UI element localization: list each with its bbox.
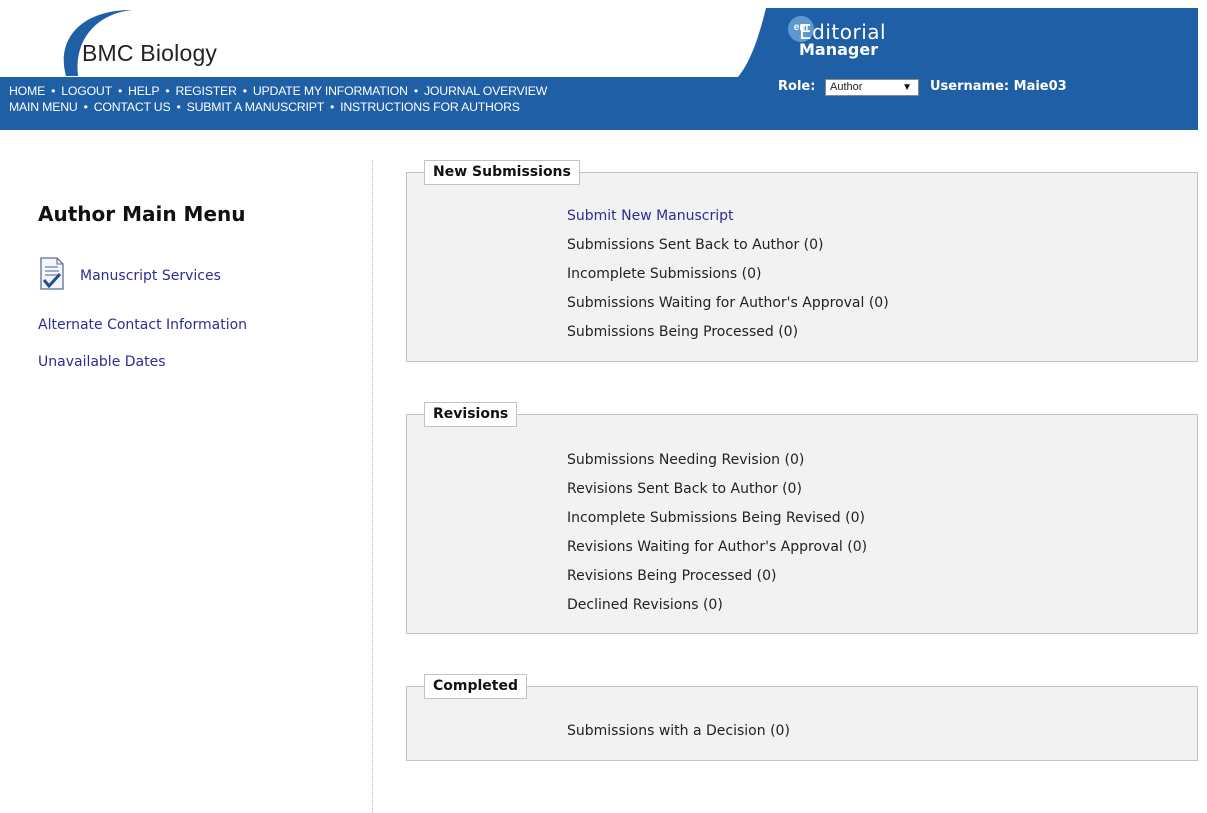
nav-update-info-link[interactable]: UPDATE MY INFORMATION: [253, 84, 408, 98]
revisions-panel: Revisions Submissions Needing Revision (…: [406, 402, 1198, 634]
role-label: Role:: [778, 79, 816, 94]
completed-list: Submissions with a Decision (0): [567, 722, 790, 751]
completed-panel: Completed Submissions with a Decision (0…: [406, 674, 1198, 761]
dropdown-arrow-icon: ▼: [902, 82, 912, 93]
revisions-list: Submissions Needing Revision (0) Revisio…: [567, 451, 867, 625]
submissions-needing-revision-item: Submissions Needing Revision (0): [567, 452, 805, 468]
nav-bullet: •: [413, 84, 418, 98]
role-select[interactable]: Author ▼: [825, 79, 919, 96]
new-submissions-list: Submit New Manuscript Submissions Sent B…: [567, 207, 889, 352]
revisions-being-processed-item: Revisions Being Processed (0): [567, 568, 777, 584]
nav-submit-manuscript-link[interactable]: SUBMIT A MANUSCRIPT: [187, 100, 325, 114]
incomplete-revisions-item: Incomplete Submissions Being Revised (0): [567, 510, 865, 526]
document-checkmark-icon[interactable]: [38, 257, 68, 291]
nav-row-1: HOME • LOGOUT • HELP • REGISTER • UPDATE MY INFO…: [9, 83, 729, 99]
sidebar-divider: [372, 160, 373, 813]
submit-new-manuscript-link[interactable]: Submit New Manuscript: [567, 207, 889, 236]
revisions-waiting-approval-item: Revisions Waiting for Author's Approval …: [567, 539, 868, 555]
new-submissions-legend: New Submissions: [424, 160, 580, 185]
nav-help-link[interactable]: HELP: [128, 84, 160, 98]
submissions-waiting-approval-item: Submissions Waiting for Author's Approva…: [567, 295, 889, 311]
submissions-being-processed-item: Submissions Being Processed (0): [567, 324, 799, 340]
declined-revisions-item: Declined Revisions (0): [567, 597, 723, 613]
submissions-with-decision-item: Submissions with a Decision (0): [567, 723, 790, 739]
completed-legend: Completed: [424, 674, 528, 699]
role-select-value: Author: [830, 81, 863, 93]
em-title-line2: Manager: [799, 40, 879, 59]
nav-bullet: •: [117, 84, 123, 98]
nav-contact-us-link[interactable]: CONTACT US: [94, 100, 171, 114]
nav-bullet: •: [51, 84, 56, 98]
sidebar: Author Main Menu Manuscript Services Alt…: [0, 160, 372, 813]
username-label: Username: Maie03: [930, 79, 1067, 94]
top-navigation: HOME • LOGOUT • HELP • REGISTER • UPDATE MY INFO…: [9, 83, 729, 115]
alternate-contact-link[interactable]: Alternate Contact Information: [38, 317, 247, 333]
nav-journal-overview-link[interactable]: JOURNAL OVERVIEW: [424, 84, 547, 98]
journal-name[interactable]: BMC Biology: [82, 40, 217, 67]
nav-logout-link[interactable]: LOGOUT: [61, 84, 112, 98]
incomplete-submissions-item: Incomplete Submissions (0): [567, 266, 762, 282]
nav-bullet: •: [242, 84, 247, 98]
nav-register-link[interactable]: REGISTER: [175, 84, 236, 98]
page-header: BMC Biology HOME • LOGOUT • HELP • REGISTER • UP…: [0, 0, 1207, 130]
nav-row-2: MAIN MENU • CONTACT US • SUBMIT A MANUSCRIPT…: [9, 99, 729, 115]
revisions-sent-back-item: Revisions Sent Back to Author (0): [567, 481, 802, 497]
nav-main-menu-link[interactable]: MAIN MENU: [9, 100, 78, 114]
manuscript-services-link[interactable]: Manuscript Services: [80, 268, 221, 284]
nav-bullet: •: [165, 84, 170, 98]
nav-instructions-link[interactable]: INSTRUCTIONS FOR AUTHORS: [340, 100, 520, 114]
nav-home-link[interactable]: HOME: [9, 84, 45, 98]
new-submissions-panel: New Submissions Submit New Manuscript Su…: [406, 160, 1198, 362]
unavailable-dates-link[interactable]: Unavailable Dates: [38, 354, 166, 370]
nav-bullet: •: [330, 100, 335, 114]
nav-bullet: •: [83, 100, 88, 114]
sidebar-title: Author Main Menu: [38, 202, 246, 226]
nav-bullet: •: [176, 100, 181, 114]
revisions-legend: Revisions: [424, 402, 518, 427]
submissions-sent-back-item: Submissions Sent Back to Author (0): [567, 237, 824, 253]
